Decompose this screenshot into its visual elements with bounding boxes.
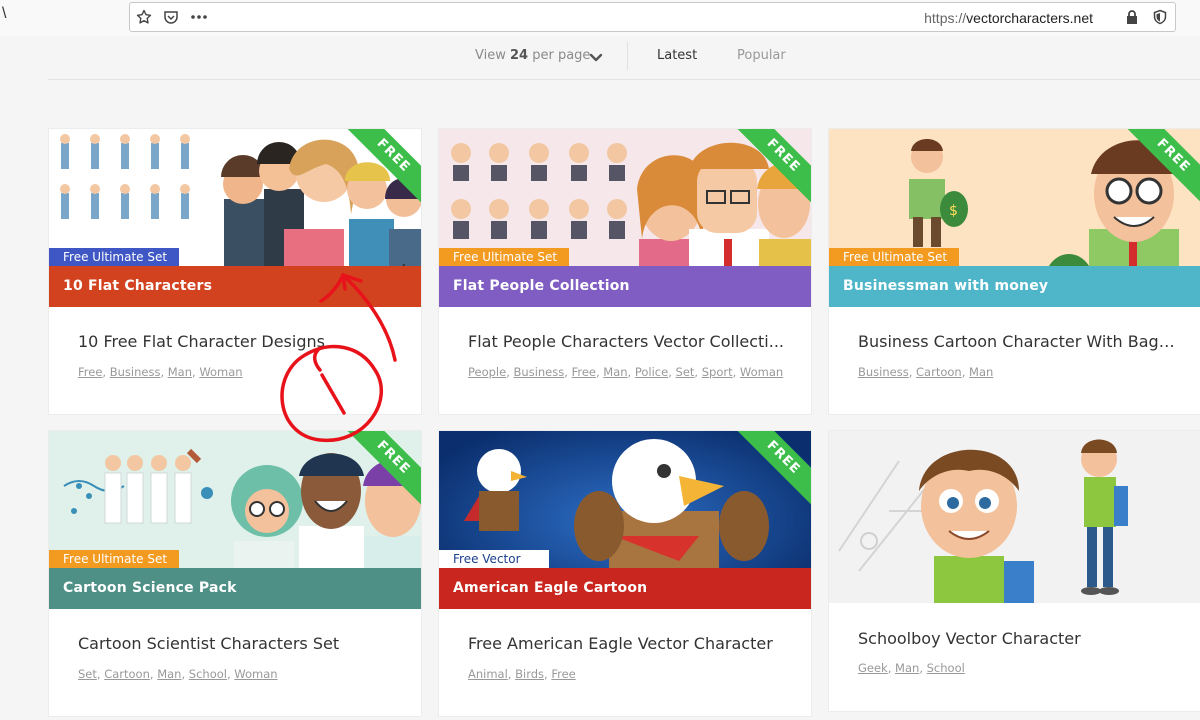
tag-link[interactable]: Free xyxy=(78,365,102,379)
tag-link[interactable]: Business xyxy=(858,365,909,379)
tag-link[interactable]: Free xyxy=(551,667,575,681)
card-schoolboy[interactable]: Schoolboy Vector Character Geek, Man, Sc… xyxy=(828,430,1200,712)
url-scheme: https:// xyxy=(924,10,967,26)
category-band: Flat People Collection xyxy=(439,266,811,307)
tag-link[interactable]: Man xyxy=(168,365,192,379)
card-title[interactable]: Schoolboy Vector Character xyxy=(858,629,1178,648)
tag-link[interactable]: Cartoon xyxy=(916,365,962,379)
card-thumbnail[interactable]: Free Ultimate Set Cartoon Science Pack F… xyxy=(49,431,421,609)
card-businessman[interactable]: $ Free Ultimate Set Businessman with mon… xyxy=(828,128,1200,415)
tag-link[interactable]: School xyxy=(189,667,227,681)
card-flat-people[interactable]: Free Ultimate Set Flat People Collection… xyxy=(438,128,812,415)
tag-link[interactable]: Woman xyxy=(740,365,783,379)
tag-link[interactable]: Woman xyxy=(199,365,242,379)
card-american-eagle[interactable]: Free Vector American Eagle Cartoon FREE … xyxy=(438,430,812,717)
chevron-down-icon[interactable] xyxy=(589,50,603,68)
star-bookmark-icon[interactable] xyxy=(135,8,153,26)
lock-icon[interactable] xyxy=(1123,8,1141,26)
shield-icon[interactable] xyxy=(1151,8,1169,26)
card-tags: Free, Business, Man, Woman xyxy=(78,365,243,379)
card-tags: People, Business, Free, Man, Police, Set… xyxy=(468,365,784,379)
card-thumbnail[interactable]: Free Ultimate Set Flat People Collection… xyxy=(439,129,811,307)
category-band: Cartoon Science Pack xyxy=(49,568,421,609)
tag-link[interactable]: Set xyxy=(676,365,695,379)
card-tags: Geek, Man, School xyxy=(858,661,965,675)
browser-toolbar: \ https://vectorcharacters.net xyxy=(0,0,1200,36)
card-tags: Set, Cartoon, Man, School, Woman xyxy=(78,667,278,681)
per-page-suffix: per page xyxy=(532,48,591,63)
per-page-prefix: View xyxy=(475,48,506,63)
schoolboy-illustration xyxy=(829,431,1200,603)
tag-link[interactable]: Birds xyxy=(515,667,544,681)
tag-link[interactable]: Sport xyxy=(702,365,733,379)
badge-label: Free Vector xyxy=(439,550,549,569)
address-bar[interactable]: https://vectorcharacters.net xyxy=(129,2,1176,32)
divider xyxy=(627,42,628,70)
card-tags: Business, Cartoon, Man xyxy=(858,365,994,379)
card-title[interactable]: Free American Eagle Vector Character xyxy=(468,634,788,653)
more-actions-icon[interactable] xyxy=(190,8,208,26)
filter-bar: View 24 per page Latest Popular xyxy=(48,36,1200,80)
tag-link[interactable]: Man xyxy=(895,661,919,675)
card-thumbnail[interactable]: Free Vector American Eagle Cartoon FREE xyxy=(439,431,811,609)
card-thumbnail[interactable]: $ Free Ultimate Set Businessman with mon… xyxy=(829,129,1200,307)
per-page-select[interactable]: View 24 per page xyxy=(475,48,590,63)
url-text[interactable]: https://vectorcharacters.net xyxy=(924,10,1093,26)
category-band: Businessman with money xyxy=(829,266,1200,307)
url-host: vectorcharacters.net xyxy=(966,10,1093,26)
card-thumbnail[interactable] xyxy=(829,431,1200,603)
tag-link[interactable]: Business xyxy=(514,365,565,379)
pocket-icon[interactable] xyxy=(162,8,180,26)
tag-link[interactable]: Man xyxy=(969,365,993,379)
tag-link[interactable]: Man xyxy=(603,365,627,379)
tag-link[interactable]: People xyxy=(468,365,506,379)
tag-link[interactable]: Man xyxy=(157,667,181,681)
card-title[interactable]: 10 Free Flat Character Designs xyxy=(78,332,398,351)
tab-popular[interactable]: Popular xyxy=(737,48,786,63)
badge-label: Free Ultimate Set xyxy=(439,248,570,266)
category-band: 10 Flat Characters xyxy=(49,266,421,307)
card-cartoon-science[interactable]: Free Ultimate Set Cartoon Science Pack F… xyxy=(48,430,422,717)
tag-link[interactable]: Business xyxy=(110,365,161,379)
card-flat-characters[interactable]: Free Ultimate Set 10 Flat Characters FRE… xyxy=(48,128,422,415)
toolbar-edge-glyph: \ xyxy=(2,5,7,22)
tag-link[interactable]: Animal xyxy=(468,667,508,681)
card-thumbnail[interactable]: Free Ultimate Set 10 Flat Characters FRE… xyxy=(49,129,421,307)
card-title[interactable]: Cartoon Scientist Characters Set xyxy=(78,634,398,653)
tag-link[interactable]: Police xyxy=(635,365,668,379)
tag-link[interactable]: Geek xyxy=(858,661,888,675)
card-title[interactable]: Flat People Characters Vector Collecti..… xyxy=(468,332,788,351)
per-page-value: 24 xyxy=(510,48,529,63)
card-title[interactable]: Business Cartoon Character With Bag ... xyxy=(858,332,1178,351)
svg-text:$: $ xyxy=(949,203,958,219)
tag-link[interactable]: Woman xyxy=(234,667,277,681)
card-tags: Animal, Birds, Free xyxy=(468,667,576,681)
tag-link[interactable]: Set xyxy=(78,667,97,681)
category-band: American Eagle Cartoon xyxy=(439,568,811,609)
tag-link[interactable]: Cartoon xyxy=(104,667,150,681)
badge-label: Free Ultimate Set xyxy=(49,248,180,266)
tag-link[interactable]: Free xyxy=(572,365,596,379)
tab-latest[interactable]: Latest xyxy=(657,48,697,63)
badge-label: Free Ultimate Set xyxy=(829,248,960,266)
badge-label: Free Ultimate Set xyxy=(49,550,180,568)
tag-link[interactable]: School xyxy=(927,661,965,675)
